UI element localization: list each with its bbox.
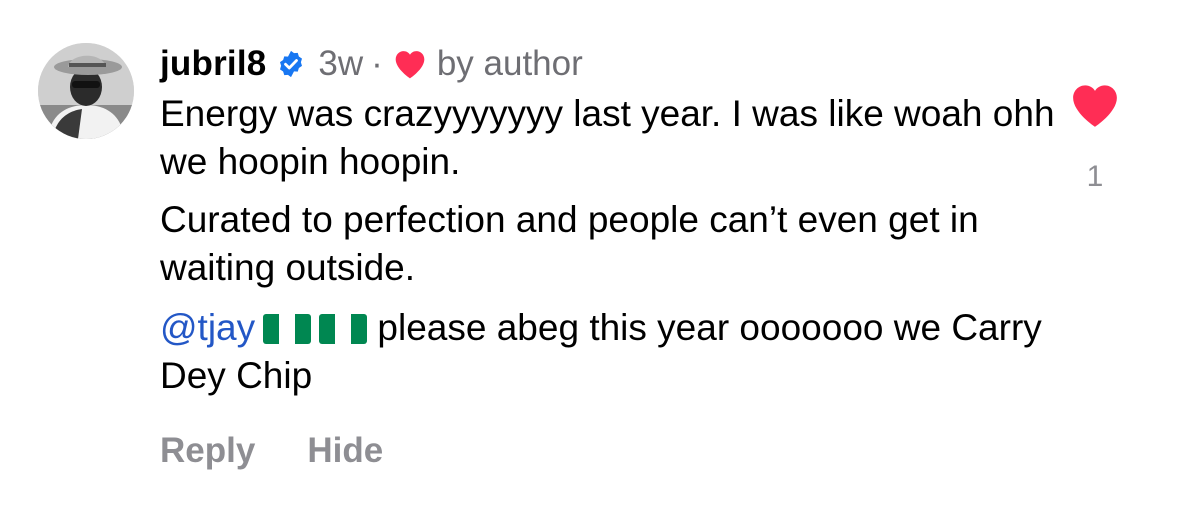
comment-time: 3w	[318, 44, 364, 83]
heart-icon[interactable]	[1070, 82, 1120, 128]
avatar[interactable]	[38, 43, 134, 139]
reply-button[interactable]: Reply	[160, 431, 255, 471]
hide-button[interactable]: Hide	[307, 431, 383, 471]
nigeria-flag-icon	[319, 314, 368, 344]
avatar-photo	[38, 43, 134, 139]
comment-paragraph-1: Energy was crazyyyyyyy last year. I was …	[160, 93, 1055, 182]
nigeria-flag-icon	[263, 314, 312, 344]
comment-paragraph-3: @tjay please abeg this year ooooooo we C…	[160, 304, 1060, 400]
like-count[interactable]: 1	[1087, 160, 1104, 194]
verified-badge-icon	[276, 49, 306, 79]
comment: jubril8 3w · by author Energy was crazyy…	[0, 0, 1179, 507]
mention-link[interactable]: @tjay	[160, 307, 255, 348]
comment-body: jubril8 3w · by author Energy was crazyy…	[160, 38, 1060, 400]
heart-icon	[393, 49, 427, 79]
like-column: 1	[1068, 82, 1122, 194]
comment-actions: Reply Hide	[160, 431, 383, 471]
by-author-label: by author	[436, 44, 583, 83]
meta-separator: ·	[371, 44, 383, 83]
username[interactable]: jubril8	[160, 44, 266, 84]
comment-meta: jubril8 3w · by author	[160, 38, 1060, 90]
comment-paragraph-2: Curated to perfection and people can’t e…	[160, 199, 979, 288]
